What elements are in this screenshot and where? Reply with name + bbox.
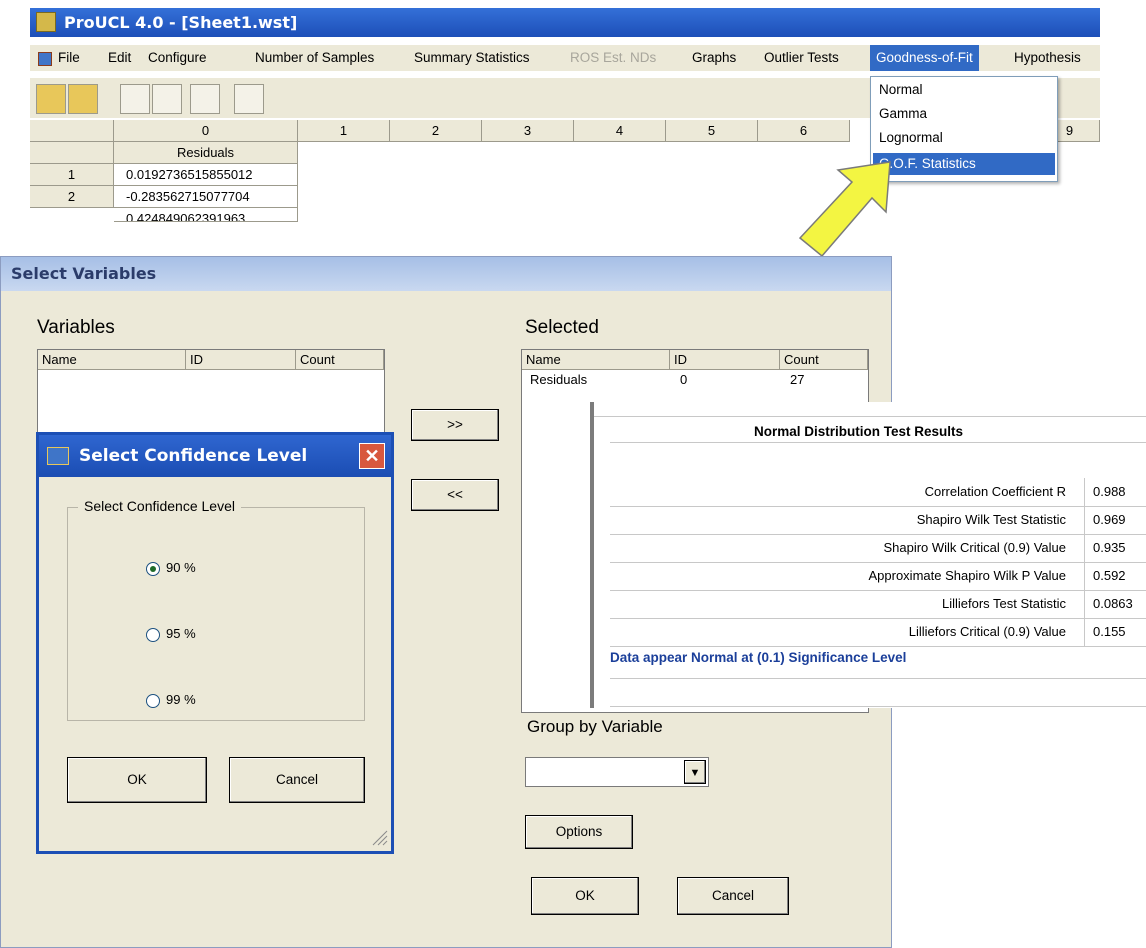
- col-name-header[interactable]: Name: [522, 350, 670, 370]
- radio-99[interactable]: [146, 694, 160, 708]
- result-value: 0.592: [1084, 562, 1146, 590]
- menu-item-gamma[interactable]: Gamma: [873, 103, 1055, 125]
- result-row: Lilliefors Critical (0.9) Value 0.155: [610, 618, 1146, 647]
- open-folder-icon[interactable]: [36, 84, 66, 114]
- app-icon: [36, 12, 56, 32]
- result-label: Lilliefors Test Statistic: [941, 596, 1066, 611]
- menu-file[interactable]: File: [58, 45, 80, 71]
- col-header-3[interactable]: 3: [482, 120, 574, 142]
- results-title: Normal Distribution Test Results: [754, 424, 964, 439]
- window-title: ProUCL 4.0 - [Sheet1.wst]: [64, 13, 298, 32]
- chevron-down-icon[interactable]: ▼: [684, 760, 706, 784]
- col-name-header[interactable]: Name: [38, 350, 186, 370]
- variable-name-cell[interactable]: Residuals: [114, 142, 298, 164]
- col-id-header[interactable]: ID: [186, 350, 296, 370]
- ok-button[interactable]: OK: [531, 877, 639, 915]
- result-row: Shapiro Wilk Test Statistic 0.969: [610, 506, 1146, 535]
- col-count-header[interactable]: Count: [780, 350, 868, 370]
- menu-summary-statistics[interactable]: Summary Statistics: [414, 45, 530, 71]
- menu-graphs[interactable]: Graphs: [692, 45, 736, 71]
- tile-horizontal-icon[interactable]: [152, 84, 182, 114]
- grid-corner[interactable]: [30, 120, 114, 142]
- row-header-name[interactable]: [30, 142, 114, 164]
- options-button[interactable]: Options: [525, 815, 633, 849]
- result-label: Approximate Shapiro Wilk P Value: [868, 568, 1066, 583]
- cascade-windows-icon[interactable]: [120, 84, 150, 114]
- result-label: Shapiro Wilk Critical (0.9) Value: [883, 540, 1066, 555]
- col-header-2[interactable]: 2: [390, 120, 482, 142]
- remove-variable-button[interactable]: <<: [411, 479, 499, 511]
- close-icon[interactable]: ✕: [359, 443, 385, 469]
- selected-row-name[interactable]: Residuals: [530, 372, 587, 387]
- selected-row-id: 0: [680, 372, 688, 387]
- col-header-4[interactable]: 4: [574, 120, 666, 142]
- data-cell[interactable]: -0.283562715077704: [114, 186, 298, 208]
- result-row: Lilliefors Test Statistic 0.0863: [610, 590, 1146, 619]
- arrange-icons-icon[interactable]: [234, 84, 264, 114]
- save-folder-icon[interactable]: [68, 84, 98, 114]
- result-value: 0.969: [1084, 506, 1146, 534]
- group-by-label: Group by Variable: [527, 717, 663, 736]
- result-label: Correlation Coefficient R: [924, 484, 1066, 499]
- test-results-panel: Normal Distribution Test Results Correla…: [590, 402, 1146, 708]
- row-header-1[interactable]: 1: [30, 164, 114, 186]
- menu-item-normal[interactable]: Normal: [873, 79, 1055, 101]
- conclusion-text: Data appear Normal at (0.1) Significance…: [610, 650, 907, 665]
- menu-hypothesis[interactable]: Hypothesis: [1014, 45, 1081, 71]
- radio-90-label[interactable]: 90 %: [166, 560, 196, 575]
- result-value: 0.155: [1084, 618, 1146, 646]
- result-value: 0.988: [1084, 478, 1146, 506]
- result-label: Lilliefors Critical (0.9) Value: [908, 624, 1066, 639]
- menu-item-gof-statistics[interactable]: G.O.F. Statistics: [873, 153, 1055, 175]
- confidence-groupbox: Select Confidence Level 90 % 95 % 99 %: [67, 498, 365, 721]
- radio-95-label[interactable]: 95 %: [166, 626, 196, 641]
- menu-goodness-of-fit[interactable]: Goodness-of-Fit: [870, 45, 979, 71]
- window-title-bar[interactable]: ProUCL 4.0 - [Sheet1.wst]: [30, 8, 1100, 37]
- result-value: 0.935: [1084, 534, 1146, 562]
- col-header-5[interactable]: 5: [666, 120, 758, 142]
- selected-row-count: 27: [790, 372, 805, 387]
- yellow-arrow-annotation: [798, 161, 891, 258]
- menu-item-lognormal[interactable]: Lognormal: [873, 127, 1055, 149]
- result-row: Shapiro Wilk Critical (0.9) Value 0.935: [610, 534, 1146, 563]
- variables-label: Variables: [37, 317, 115, 338]
- col-header-1[interactable]: 1: [298, 120, 390, 142]
- radio-90[interactable]: [146, 562, 160, 576]
- col-header-6[interactable]: 6: [758, 120, 850, 142]
- menu-outlier-tests[interactable]: Outlier Tests: [764, 45, 839, 71]
- radio-95[interactable]: [146, 628, 160, 642]
- menu-number-of-samples[interactable]: Number of Samples: [255, 45, 374, 71]
- result-row: Correlation Coefficient R 0.988: [610, 478, 1146, 507]
- tile-vertical-icon[interactable]: [190, 84, 220, 114]
- ok-button[interactable]: OK: [67, 757, 207, 803]
- group-label: Select Confidence Level: [78, 498, 241, 514]
- select-confidence-dialog: Select Confidence Level ✕ Select Confide…: [36, 432, 394, 854]
- result-label: Shapiro Wilk Test Statistic: [916, 512, 1066, 527]
- add-variable-button[interactable]: >>: [411, 409, 499, 441]
- row-header-2[interactable]: 2: [30, 186, 114, 208]
- col-header-0[interactable]: 0: [114, 120, 298, 142]
- group-by-select[interactable]: ▼: [525, 757, 709, 787]
- menu-configure[interactable]: Configure: [148, 45, 207, 71]
- col-id-header[interactable]: ID: [670, 350, 780, 370]
- menu-bar: File Edit Configure Number of Samples Su…: [30, 45, 1100, 71]
- cancel-button[interactable]: Cancel: [229, 757, 365, 803]
- data-cell[interactable]: 0.424849062391963: [114, 208, 298, 222]
- menu-edit[interactable]: Edit: [108, 45, 131, 71]
- doc-icon[interactable]: [38, 45, 52, 71]
- dialog-title[interactable]: Select Confidence Level: [39, 435, 391, 477]
- data-cell[interactable]: 0.0192736515855012: [114, 164, 298, 186]
- resize-grip-icon[interactable]: [371, 829, 389, 847]
- app-icon: [47, 447, 69, 465]
- cancel-button[interactable]: Cancel: [677, 877, 789, 915]
- radio-99-label[interactable]: 99 %: [166, 692, 196, 707]
- menu-ros-est-nds[interactable]: ROS Est. NDs: [570, 45, 656, 71]
- result-value: 0.0863: [1084, 590, 1146, 618]
- col-count-header[interactable]: Count: [296, 350, 384, 370]
- dialog-title[interactable]: Select Variables: [1, 257, 891, 291]
- selected-label: Selected: [525, 317, 599, 338]
- result-row: Approximate Shapiro Wilk P Value 0.592: [610, 562, 1146, 591]
